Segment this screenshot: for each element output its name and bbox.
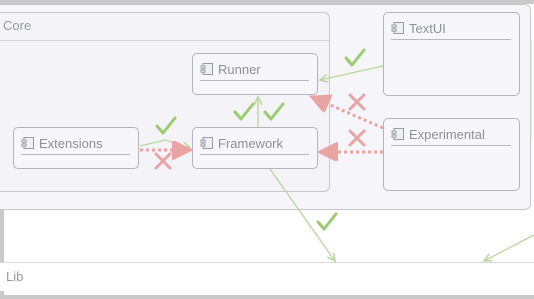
lib-package[interactable]: Lib — [0, 262, 534, 291]
framework-component[interactable]: Framework — [192, 127, 318, 169]
extensions-component[interactable]: Extensions — [13, 127, 139, 169]
framework-label: Framework — [218, 135, 284, 151]
component-icon — [200, 63, 213, 75]
extensions-label: Extensions — [39, 135, 103, 151]
experimental-label: Experimental — [409, 126, 485, 142]
core-package-header: Core — [0, 13, 329, 41]
runner-label: Runner — [218, 61, 261, 77]
component-icon — [391, 22, 404, 34]
textui-component[interactable]: TextUI — [383, 12, 520, 96]
component-icon — [200, 137, 213, 149]
core-package-label: Core — [3, 18, 32, 33]
textui-label: TextUI — [409, 20, 446, 36]
component-icon — [391, 128, 404, 140]
runner-component[interactable]: Runner — [192, 53, 318, 95]
component-icon — [21, 137, 34, 149]
lib-package-label: Lib — [6, 269, 24, 284]
experimental-component[interactable]: Experimental — [383, 118, 520, 191]
